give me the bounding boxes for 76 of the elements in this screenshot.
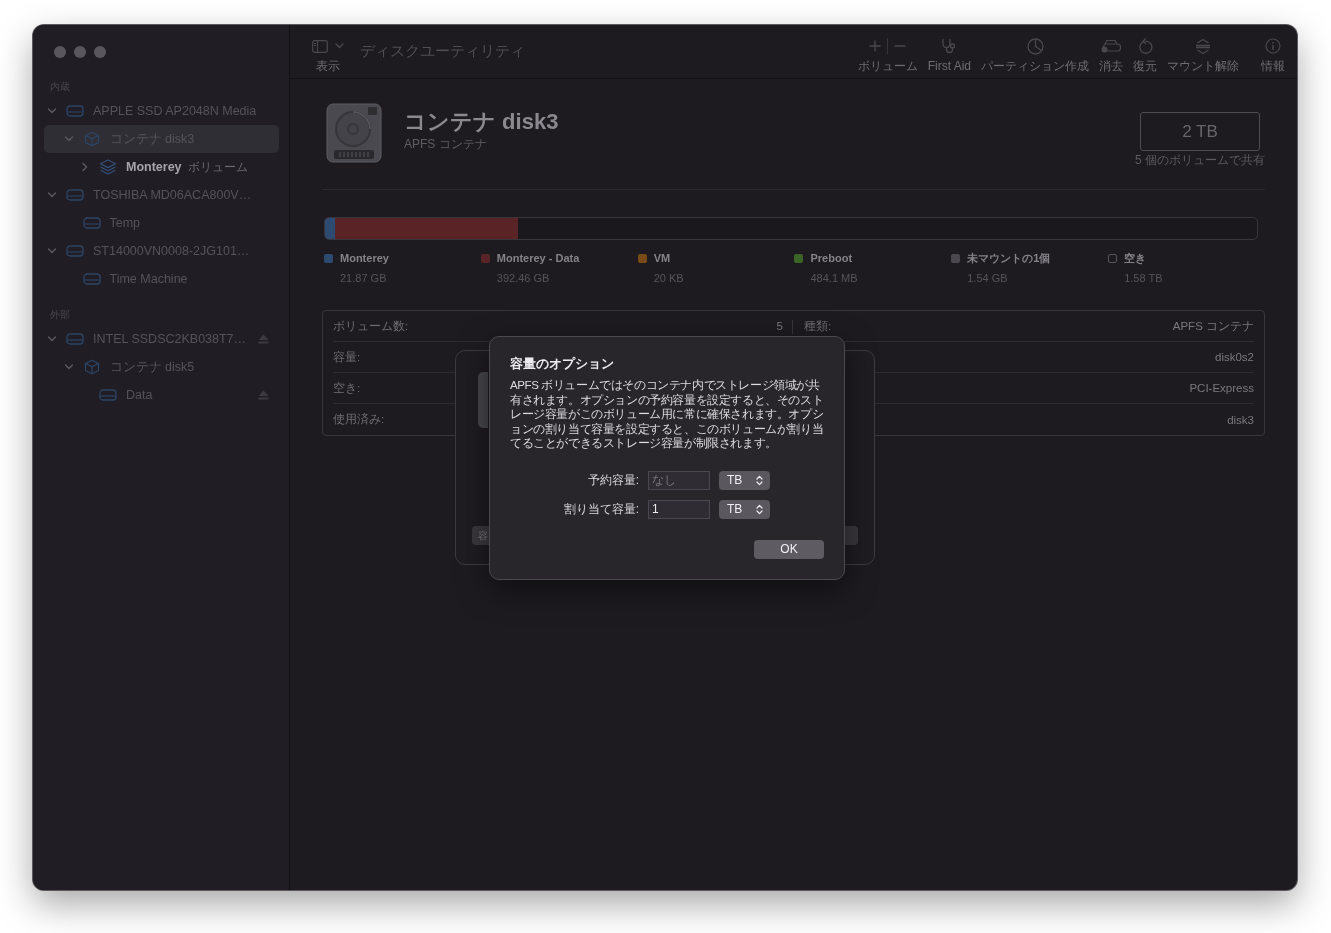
- sidebar-item[interactable]: Monterey ボリューム: [44, 153, 279, 181]
- plus-icon[interactable]: [869, 40, 882, 52]
- info-label: 空き:: [333, 380, 361, 396]
- input-field[interactable]: 1: [648, 499, 710, 519]
- legend-label: VM: [653, 252, 671, 264]
- info-icon: [1265, 38, 1281, 54]
- unit-popup-button[interactable]: TB: [719, 499, 770, 519]
- unit-popup-button[interactable]: TB: [719, 470, 770, 490]
- drive-icon: [66, 333, 84, 345]
- info-label: 種類:: [804, 318, 832, 334]
- info-value: APFS コンテナ: [1172, 318, 1254, 334]
- close-button[interactable]: [54, 46, 66, 58]
- layers-icon: [99, 159, 117, 175]
- pie-chart-icon: [1026, 37, 1044, 55]
- hard-drive-icon: [326, 103, 382, 163]
- sidebar-toggle-icon: [312, 39, 328, 53]
- info-button[interactable]: 情報: [1261, 25, 1285, 78]
- partition-button[interactable]: パーティション作成: [981, 25, 1089, 78]
- info-value: PCI-Express: [1189, 382, 1254, 394]
- chevron-icon[interactable]: [80, 162, 90, 172]
- view-button[interactable]: 表示: [312, 25, 344, 78]
- legend-size: 21.87 GB: [340, 271, 388, 286]
- dialog-title: 容量のオプション: [510, 356, 615, 372]
- input-field[interactable]: なし: [648, 470, 710, 490]
- drive-icon: [82, 217, 101, 229]
- erase-drive-icon: [1101, 39, 1121, 53]
- empty-swatch-icon: [1108, 253, 1118, 263]
- erase-button[interactable]: 消去: [1099, 25, 1123, 78]
- info-value: disk0s2: [1215, 351, 1254, 363]
- drive-icon: [99, 389, 117, 401]
- zoom-button[interactable]: [94, 46, 106, 58]
- info-label: 容量:: [333, 349, 361, 365]
- cube-icon: [83, 359, 100, 375]
- chevron-icon: [335, 43, 344, 49]
- legend-size: 484.1 MB: [810, 271, 859, 286]
- drive-icon: [66, 105, 84, 117]
- legend-label: Preboot: [810, 252, 853, 264]
- legend-label: Monterey - Data: [496, 252, 580, 264]
- chevron-icon[interactable]: [47, 246, 57, 256]
- info-value: 5: [776, 320, 783, 332]
- chevron-icon[interactable]: [63, 362, 74, 372]
- legend-size: 1.54 GB: [967, 271, 1009, 286]
- legend-size: 1.58 TB: [1124, 271, 1164, 286]
- legend-size: 392.46 GB: [496, 271, 551, 286]
- updown-chevron-icon: [756, 503, 763, 515]
- container-title: コンテナ disk3: [404, 109, 559, 135]
- chevron-icon[interactable]: [47, 334, 57, 344]
- eject-icon[interactable]: [258, 390, 269, 400]
- drive-icon: [82, 273, 101, 285]
- ok-button[interactable]: OK: [754, 539, 824, 559]
- chevron-icon[interactable]: [47, 106, 57, 116]
- stethoscope-icon: [940, 37, 958, 55]
- legend-label: 空き: [1124, 250, 1147, 266]
- legend-label: 未マウントの1個: [967, 250, 1051, 266]
- stacked-chevrons-icon: [1195, 37, 1211, 55]
- drive-icon: [66, 245, 84, 257]
- field-label: 予約容量:: [586, 471, 639, 489]
- info-label: ボリューム数:: [333, 318, 409, 334]
- eject-icon[interactable]: [258, 334, 269, 344]
- dialog-message: APFS ボリュームではそのコンテナ内でストレージ領域が共有されます。オプションの予約容量を設定すると、そのストレージ容量がこのボリューム用に常に確保されます。オプションの割り当て容量を設定すると、このボリュームが割り当てることができるストレージ容量が制限されます。: [510, 378, 824, 451]
- cube-icon: [83, 131, 100, 147]
- info-label: 使用済み:: [333, 412, 385, 427]
- volume-label: ボリューム: [857, 59, 918, 73]
- capacity-display: 2 TB: [1140, 112, 1260, 151]
- minimize-button[interactable]: [74, 46, 86, 58]
- info-value: disk3: [1227, 413, 1254, 426]
- updown-chevron-icon: [756, 474, 763, 486]
- legend-label: Monterey: [340, 252, 389, 264]
- unmount-button[interactable]: マウント解除: [1167, 25, 1239, 78]
- counterclockwise-arrow-icon: [1137, 37, 1153, 55]
- field-label: 割り当て容量:: [562, 500, 639, 518]
- restore-button[interactable]: 復元: [1133, 25, 1157, 78]
- drive-icon: [66, 189, 84, 201]
- first-aid-button[interactable]: First Aid: [927, 25, 971, 78]
- chevron-icon[interactable]: [47, 190, 57, 200]
- chevron-icon[interactable]: [63, 134, 74, 144]
